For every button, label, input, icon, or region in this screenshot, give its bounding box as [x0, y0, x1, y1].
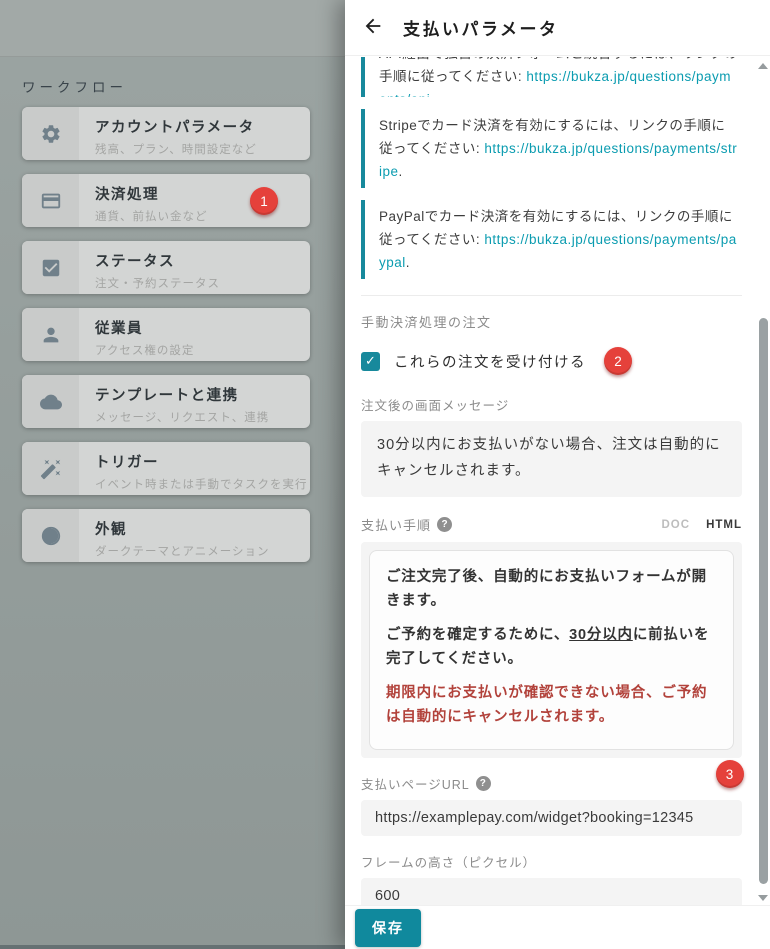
arrow-left-icon	[362, 15, 384, 40]
sidebar-item-title: テンプレートと連携	[95, 388, 239, 404]
workflow-section-label: ワークフロー	[22, 80, 127, 95]
manual-orders-section-label: 手動決済処理の注文	[361, 315, 492, 330]
instructions-p2: ご予約を確定するために、30分以内に前払いを完了してください。	[386, 627, 710, 667]
instructions-p1: ご注文完了後、自動的にお支払いフォームが開きます。	[386, 569, 707, 609]
accept-orders-label: これらの注文を受け付ける	[394, 354, 586, 371]
page-title: 支払いパラメータ	[403, 20, 559, 39]
sidebar-item-payment-processing[interactable]: 決済処理 通貨、前払い金など 1	[22, 174, 310, 227]
contrast-icon	[22, 509, 79, 562]
sidebar-item-statuses[interactable]: ステータス 注文・予約ステータス	[22, 241, 310, 294]
divider	[361, 295, 742, 296]
payment-url-label-row: 支払いページURL ? 3	[361, 760, 744, 793]
tab-html[interactable]: HTML	[706, 519, 742, 531]
checkbox-icon	[22, 241, 79, 294]
instructions-p3-warning: 期限内にお支払いが確認できない場合、ご予約は自動的にキャンセルされます。	[386, 685, 708, 725]
scroll-down-arrow-icon[interactable]	[758, 895, 768, 901]
after-message-label: 注文後の画面メッセージ	[361, 399, 510, 413]
instructions-header: 支払い手順 ? DOC HTML	[361, 515, 742, 534]
accept-orders-checkbox[interactable]: ✓	[361, 351, 380, 371]
drawer-header: 支払いパラメータ	[345, 0, 770, 56]
sidebar-item-account-parameters[interactable]: アカウントパラメータ 残高、プラン、時間設定など	[22, 107, 310, 160]
note-stripe: Stripeでカード決済を有効にするには、リンクの手順に従ってください: htt…	[361, 109, 742, 188]
payment-url-label: 支払いページURL	[361, 778, 470, 792]
sidebar-item-subtitle: イベント時または手動でタスクを実行	[95, 479, 308, 491]
payment-parameters-drawer: 支払いパラメータ API経由で独自の決済フォームと統合するには、リンクの手順に従…	[345, 0, 770, 949]
cloud-icon	[22, 375, 79, 428]
instructions-label: 支払い手順	[361, 518, 432, 533]
sidebar-item-title: アカウントパラメータ	[95, 120, 255, 136]
sidebar-item-subtitle: 注文・予約ステータス	[95, 278, 220, 290]
credit-card-icon	[22, 174, 79, 227]
frame-height-label: フレームの高さ（ピクセル）	[361, 856, 537, 870]
sidebar-item-title: ステータス	[95, 254, 175, 270]
payment-url-input[interactable]	[361, 800, 742, 836]
instructions-preview: ご注文完了後、自動的にお支払いフォームが開きます。 ご予約を確定するために、30…	[369, 550, 734, 750]
help-icon[interactable]: ?	[475, 776, 491, 791]
sidebar-item-templates-integrations[interactable]: テンプレートと連携 メッセージ、リクエスト、連携	[22, 375, 310, 428]
back-button[interactable]	[361, 16, 385, 40]
step-badge-2: 2	[604, 347, 632, 375]
person-icon	[22, 308, 79, 361]
sidebar-item-subtitle: 残高、プラン、時間設定など	[95, 144, 257, 156]
sidebar-item-title: トリガー	[95, 455, 159, 471]
step-badge-3: 3	[716, 760, 744, 788]
sidebar-item-subtitle: ダークテーマとアニメーション	[95, 546, 270, 558]
after-message-input[interactable]: 30分以内にお支払いがない場合、注文は自動的にキャンセルされます。	[361, 421, 742, 497]
frame-height-input[interactable]	[361, 878, 742, 905]
step-badge-1: 1	[250, 187, 278, 215]
sidebar-item-title: 外観	[95, 522, 127, 538]
underlined-deadline: 30分以内	[569, 627, 633, 643]
gear-icon	[22, 107, 79, 160]
sidebar-item-appearance[interactable]: 外観 ダークテーマとアニメーション	[22, 509, 310, 562]
tab-doc[interactable]: DOC	[662, 519, 691, 531]
sidebar-item-employees[interactable]: 従業員 アクセス権の設定	[22, 308, 310, 361]
accept-orders-row: ✓ これらの注文を受け付ける 2	[361, 347, 742, 375]
sidebar-item-subtitle: アクセス権の設定	[95, 345, 195, 357]
drawer-content: API経由で独自の決済フォームと統合するには、リンクの手順に従ってください: h…	[345, 57, 770, 905]
instructions-editor[interactable]: ご注文完了後、自動的にお支払いフォームが開きます。 ご予約を確定するために、30…	[361, 542, 742, 758]
scrollbar	[757, 57, 769, 903]
scrollbar-thumb[interactable]	[759, 318, 768, 884]
save-button[interactable]: 保存	[355, 908, 421, 947]
wand-icon	[22, 442, 79, 495]
note-api: API経由で独自の決済フォームと統合するには、リンクの手順に従ってください: h…	[361, 57, 742, 97]
sidebar-item-subtitle: メッセージ、リクエスト、連携	[95, 412, 270, 424]
workflow-menu: アカウントパラメータ 残高、プラン、時間設定など 決済処理 通貨、前払い金など …	[22, 107, 310, 562]
sidebar-item-title: 従業員	[95, 321, 143, 337]
drawer-footer: 保存	[345, 905, 770, 949]
scroll-up-arrow-icon[interactable]	[758, 63, 768, 69]
help-icon[interactable]: ?	[437, 517, 453, 532]
sidebar-item-triggers[interactable]: トリガー イベント時または手動でタスクを実行	[22, 442, 310, 495]
note-paypal: PayPalでカード決済を有効にするには、リンクの手順に従ってください: htt…	[361, 200, 742, 279]
